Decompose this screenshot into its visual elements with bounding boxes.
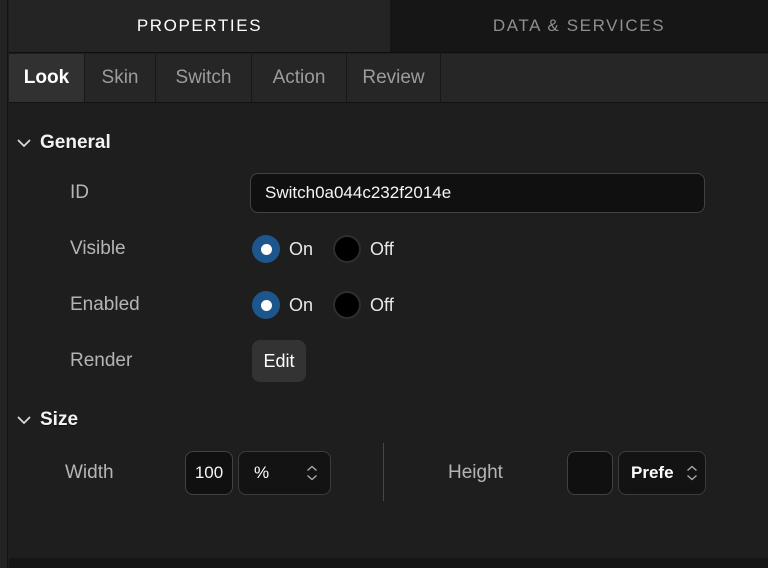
enabled-radio-group: On Off	[252, 291, 394, 319]
size-section-header[interactable]: Size	[17, 408, 78, 432]
height-label: Height	[448, 462, 503, 484]
subtab-review[interactable]: Review	[347, 54, 441, 102]
enabled-field-row: Enabled On Off	[9, 291, 768, 319]
id-input[interactable]	[250, 173, 705, 213]
properties-panel: PROPERTIES DATA & SERVICES Look Skin Swi…	[0, 0, 768, 568]
visible-off-label[interactable]: Off	[370, 239, 394, 260]
chevron-down-icon	[17, 416, 31, 425]
chevron-down-icon	[306, 474, 318, 481]
height-unit-chevrons[interactable]	[686, 465, 698, 481]
subtab-bar: Look Skin Switch Action Review	[9, 54, 768, 103]
render-edit-button[interactable]: Edit	[252, 340, 306, 382]
subtab-switch[interactable]: Switch	[156, 54, 252, 102]
panel-bottom-edge	[9, 558, 768, 568]
render-label: Render	[70, 350, 132, 372]
top-tab-bar: PROPERTIES DATA & SERVICES	[9, 0, 768, 53]
subtab-look[interactable]: Look	[9, 54, 85, 102]
width-value-input[interactable]	[185, 451, 233, 495]
visible-label: Visible	[70, 238, 126, 260]
width-unit-stepper[interactable]: %	[238, 451, 331, 495]
panel-left-edge	[0, 0, 8, 568]
look-tab-content: General ID Visible On Off Enabled On	[9, 104, 768, 558]
general-section-header[interactable]: General	[17, 131, 111, 155]
width-unit-value: %	[254, 463, 269, 483]
visible-off-radio[interactable]	[333, 235, 361, 263]
visible-on-label[interactable]: On	[289, 239, 313, 260]
height-unit-stepper[interactable]: Prefe	[618, 451, 706, 495]
id-label: ID	[70, 182, 89, 204]
subtab-action[interactable]: Action	[252, 54, 347, 102]
size-column-divider	[383, 443, 384, 501]
chevron-down-icon	[686, 474, 698, 481]
enabled-off-label[interactable]: Off	[370, 295, 394, 316]
visible-radio-group: On Off	[252, 235, 394, 263]
enabled-on-label[interactable]: On	[289, 295, 313, 316]
visible-on-radio[interactable]	[252, 235, 280, 263]
enabled-label: Enabled	[70, 294, 140, 316]
height-value-input[interactable]	[567, 451, 613, 495]
render-field-row: Render Edit	[9, 336, 768, 386]
width-unit-chevrons[interactable]	[306, 465, 318, 481]
enabled-on-radio[interactable]	[252, 291, 280, 319]
tab-properties[interactable]: PROPERTIES	[9, 0, 390, 52]
height-unit-value: Prefe	[631, 463, 674, 483]
size-fields-row: Width % Height Prefe	[9, 451, 768, 495]
chevron-up-icon	[686, 465, 698, 472]
width-label: Width	[65, 462, 114, 484]
enabled-off-radio[interactable]	[333, 291, 361, 319]
id-field-row: ID	[9, 173, 768, 213]
chevron-up-icon	[306, 465, 318, 472]
general-section-title: General	[40, 132, 111, 154]
visible-field-row: Visible On Off	[9, 235, 768, 263]
size-section-title: Size	[40, 409, 78, 431]
subtab-filler	[441, 54, 768, 102]
tab-data-services[interactable]: DATA & SERVICES	[390, 0, 768, 52]
subtab-skin[interactable]: Skin	[85, 54, 156, 102]
chevron-down-icon	[17, 139, 31, 148]
